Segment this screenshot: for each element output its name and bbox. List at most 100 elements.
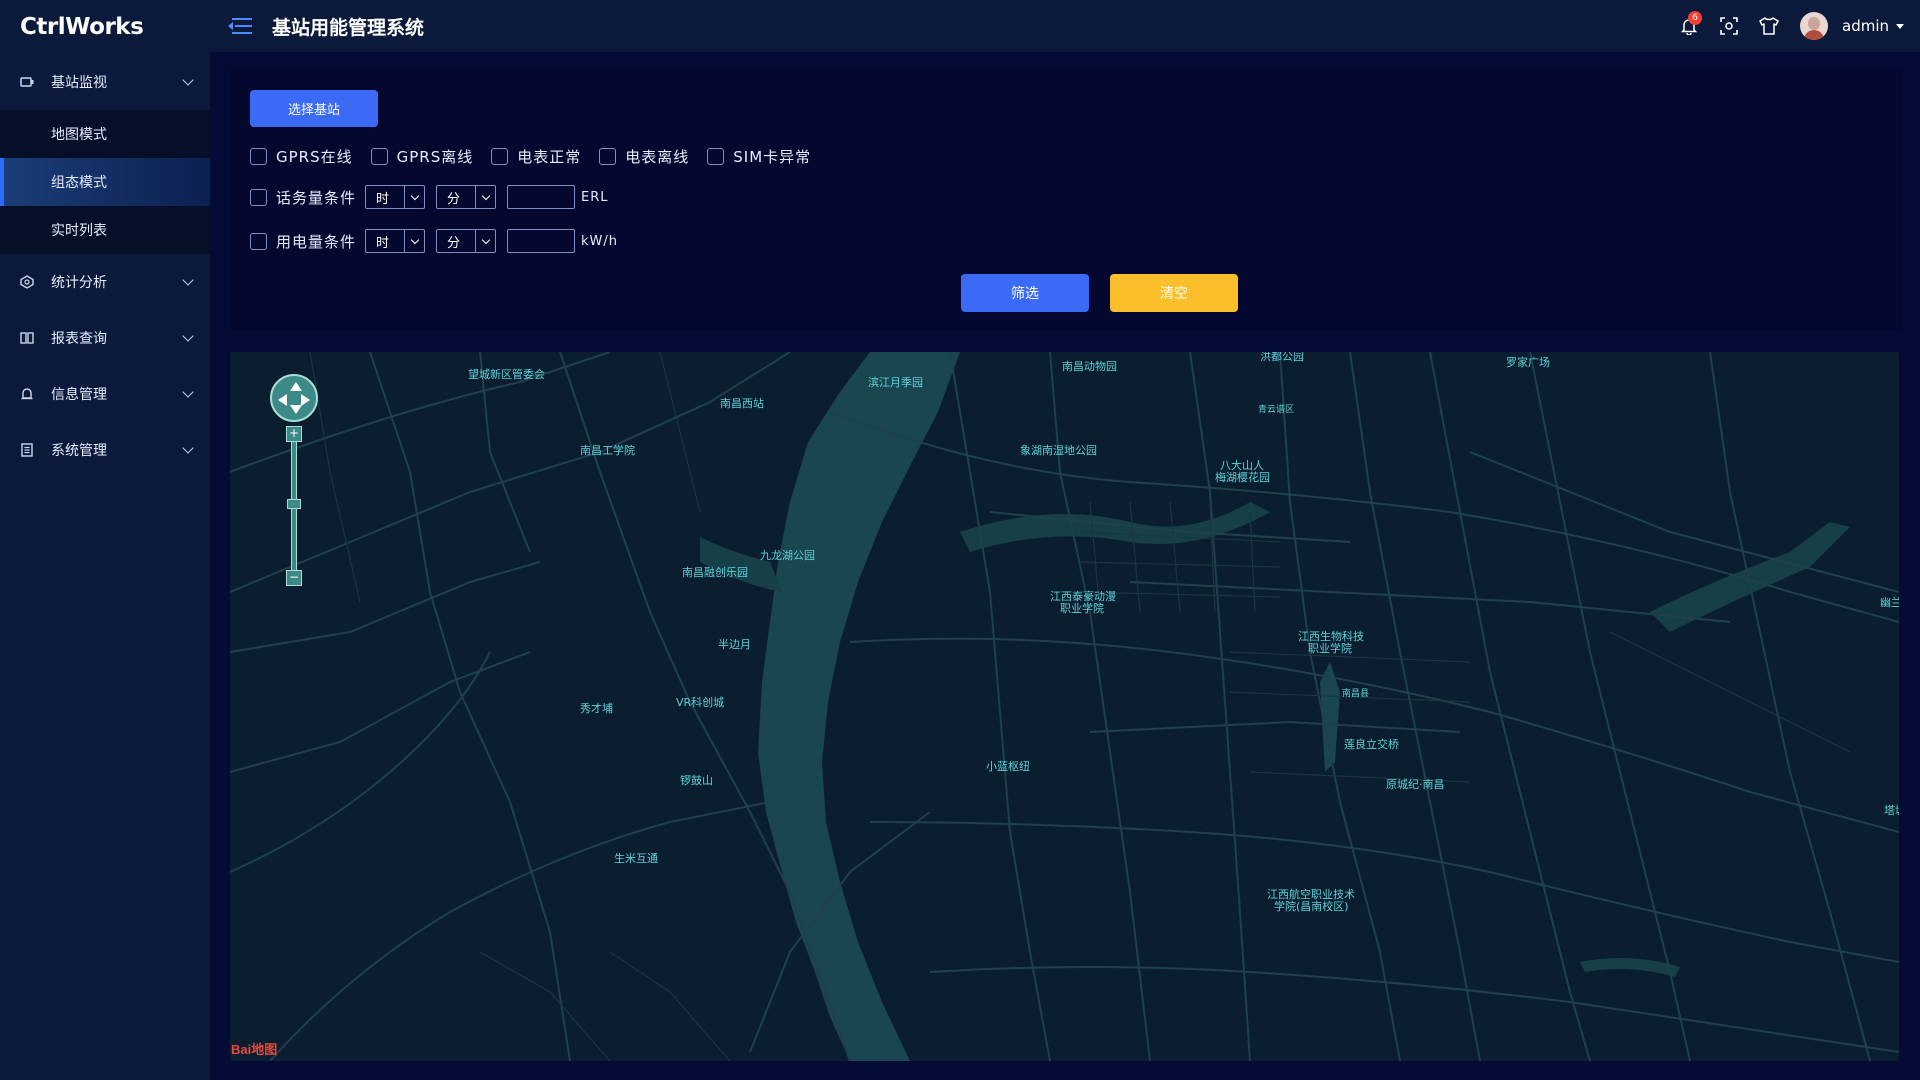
traffic-hour-select[interactable]: 时 bbox=[365, 185, 426, 209]
fullscreen-icon[interactable] bbox=[1716, 13, 1742, 39]
select-station-button[interactable]: 选择基站 bbox=[250, 90, 378, 127]
sidebar-item-label: 基站监视 bbox=[51, 75, 107, 91]
checkbox-label: GPRS在线 bbox=[276, 148, 353, 166]
map-label: 滨江月季园 bbox=[868, 376, 923, 389]
map-label: 锣鼓山 bbox=[680, 774, 713, 787]
sidebar-item-label: 统计分析 bbox=[51, 275, 107, 291]
caret-down-icon bbox=[1896, 23, 1904, 29]
chevron-down-icon bbox=[182, 274, 194, 286]
map-label: 九龙湖公园 bbox=[760, 549, 815, 562]
info-icon bbox=[20, 387, 34, 401]
top-header: 基站用能管理系统 6 admin bbox=[210, 0, 1920, 52]
map-label: 生米互通 bbox=[614, 852, 658, 865]
bell-icon[interactable]: 6 bbox=[1676, 11, 1702, 39]
checkbox-label: 电表离线 bbox=[625, 148, 690, 166]
zoom-in-button[interactable]: + bbox=[286, 426, 302, 442]
menu-toggle-icon[interactable] bbox=[228, 17, 252, 35]
map-label: 职业学院 bbox=[1308, 642, 1352, 655]
pan-down-icon[interactable] bbox=[290, 405, 302, 414]
checkbox-box[interactable] bbox=[707, 148, 725, 165]
chevron-down-icon bbox=[475, 186, 495, 208]
map-label: VR科创城 bbox=[676, 696, 725, 709]
sidebar-item-config-mode[interactable]: 组态模式 bbox=[0, 158, 210, 206]
chevron-down-icon bbox=[475, 230, 495, 252]
zoom-slider-handle[interactable] bbox=[287, 499, 301, 509]
sidebar-item-label: 报表查询 bbox=[51, 331, 107, 347]
map-label: 青云谱区 bbox=[1258, 405, 1295, 415]
header-actions: 6 admin bbox=[1662, 0, 1904, 52]
sidebar-item-map-mode[interactable]: 地图模式 bbox=[0, 110, 210, 158]
pan-up-icon[interactable] bbox=[290, 382, 302, 391]
submenu-station-monitor: 地图模式 组态模式 实时列表 bbox=[0, 110, 210, 254]
sidebar-item-label: 信息管理 bbox=[51, 387, 107, 403]
chevron-down-icon bbox=[404, 230, 424, 252]
power-condition-checkbox[interactable]: 用电量条件 bbox=[250, 231, 356, 252]
map-label: 梅湖樱花园 bbox=[1215, 471, 1270, 484]
theme-shirt-icon[interactable] bbox=[1756, 13, 1782, 39]
power-value-input[interactable] bbox=[507, 229, 576, 253]
sidebar-item-report-query[interactable]: 报表查询 bbox=[0, 310, 210, 366]
sidebar-item-statistics[interactable]: 统计分析 bbox=[0, 254, 210, 310]
meter-normal-checkbox[interactable]: 电表正常 bbox=[491, 146, 581, 167]
checkbox-label: GPRS离线 bbox=[396, 148, 474, 166]
chevron-down-icon bbox=[182, 386, 194, 398]
map-label: 南昌动物园 bbox=[1062, 360, 1117, 373]
username-label: admin bbox=[1842, 17, 1889, 35]
map-canvas[interactable]: 望城新区管委会 南昌西站 滨江月季园 南昌动物园 洪都公园 罗家广场 青云谱区 … bbox=[230, 352, 1899, 1061]
sidebar-item-realtime-list[interactable]: 实时列表 bbox=[0, 206, 210, 254]
sidebar-item-system-manage[interactable]: 系统管理 bbox=[0, 422, 210, 478]
gprs-offline-checkbox[interactable]: GPRS离线 bbox=[370, 146, 474, 167]
traffic-unit: ERL bbox=[581, 189, 609, 205]
sim-abnormal-checkbox[interactable]: SIM卡异常 bbox=[707, 146, 811, 167]
map-label: 莲良立交桥 bbox=[1344, 738, 1399, 751]
select-value: 分 bbox=[447, 235, 461, 251]
gprs-online-checkbox[interactable]: GPRS在线 bbox=[250, 146, 353, 167]
status-checkbox-row: GPRS在线 GPRS离线 电表正常 电表离线 SIM卡异常 bbox=[250, 146, 829, 167]
sidebar: CtrlWorks 基站监视 地图模式 组态模式 实时列表 统计分析 报表查询 bbox=[0, 0, 210, 1080]
power-minute-select[interactable]: 分 bbox=[436, 229, 497, 253]
map-label: 职业学院 bbox=[1060, 602, 1104, 615]
traffic-value-input[interactable] bbox=[507, 185, 576, 209]
chevron-down-icon bbox=[182, 74, 194, 86]
checkbox-box[interactable] bbox=[491, 148, 509, 165]
meter-offline-checkbox[interactable]: 电表离线 bbox=[599, 146, 689, 167]
filter-panel: 选择基站 GPRS在线 GPRS离线 电表正常 电表离线 SIM卡异常 话务量条… bbox=[230, 68, 1903, 330]
traffic-minute-select[interactable]: 分 bbox=[436, 185, 497, 209]
power-hour-select[interactable]: 时 bbox=[365, 229, 426, 253]
filter-button[interactable]: 筛选 bbox=[961, 274, 1089, 312]
traffic-condition-row: 话务量条件 时 分 ERL bbox=[250, 185, 609, 209]
checkbox-box[interactable] bbox=[370, 148, 388, 165]
sidebar-item-info-manage[interactable]: 信息管理 bbox=[0, 366, 210, 422]
map-label: 望城新区管委会 bbox=[468, 368, 545, 381]
monitor-icon bbox=[20, 75, 34, 89]
notification-badge: 6 bbox=[1688, 11, 1702, 25]
checkbox-box[interactable] bbox=[599, 148, 617, 165]
map-label: 原城纪·南昌 bbox=[1386, 778, 1445, 791]
map-label: 半边月 bbox=[718, 638, 751, 651]
sidebar-item-label: 系统管理 bbox=[51, 443, 107, 459]
checkbox-label: 电表正常 bbox=[517, 148, 582, 166]
checkbox-box[interactable] bbox=[250, 148, 267, 165]
map-label: 幽兰 bbox=[1880, 596, 1899, 609]
power-unit: kW/h bbox=[581, 233, 619, 249]
select-value: 分 bbox=[447, 191, 461, 207]
app-logo: CtrlWorks bbox=[20, 14, 144, 40]
checkbox-box[interactable] bbox=[250, 232, 267, 250]
map-pan-control[interactable] bbox=[270, 374, 318, 422]
menu-group-monitor: 基站监视 地图模式 组态模式 实时列表 bbox=[0, 54, 210, 254]
map-label: 象湖南湿地公园 bbox=[1020, 444, 1097, 457]
sidebar-item-station-monitor[interactable]: 基站监视 bbox=[0, 54, 210, 110]
checkbox-box[interactable] bbox=[250, 188, 267, 206]
traffic-condition-checkbox[interactable]: 话务量条件 bbox=[250, 187, 356, 208]
user-menu[interactable]: admin bbox=[1842, 17, 1904, 35]
pan-left-icon[interactable] bbox=[278, 394, 287, 406]
clear-button[interactable]: 清空 bbox=[1110, 274, 1238, 312]
avatar[interactable] bbox=[1800, 12, 1828, 40]
map-label: 塔城 bbox=[1884, 804, 1899, 817]
page-title: 基站用能管理系统 bbox=[272, 16, 425, 39]
pan-right-icon[interactable] bbox=[301, 394, 310, 406]
map-label: 南昌县 bbox=[1342, 689, 1370, 699]
map-label: 学院(昌南校区) bbox=[1274, 900, 1349, 913]
zoom-out-button[interactable]: − bbox=[286, 570, 302, 586]
system-icon bbox=[20, 443, 34, 457]
